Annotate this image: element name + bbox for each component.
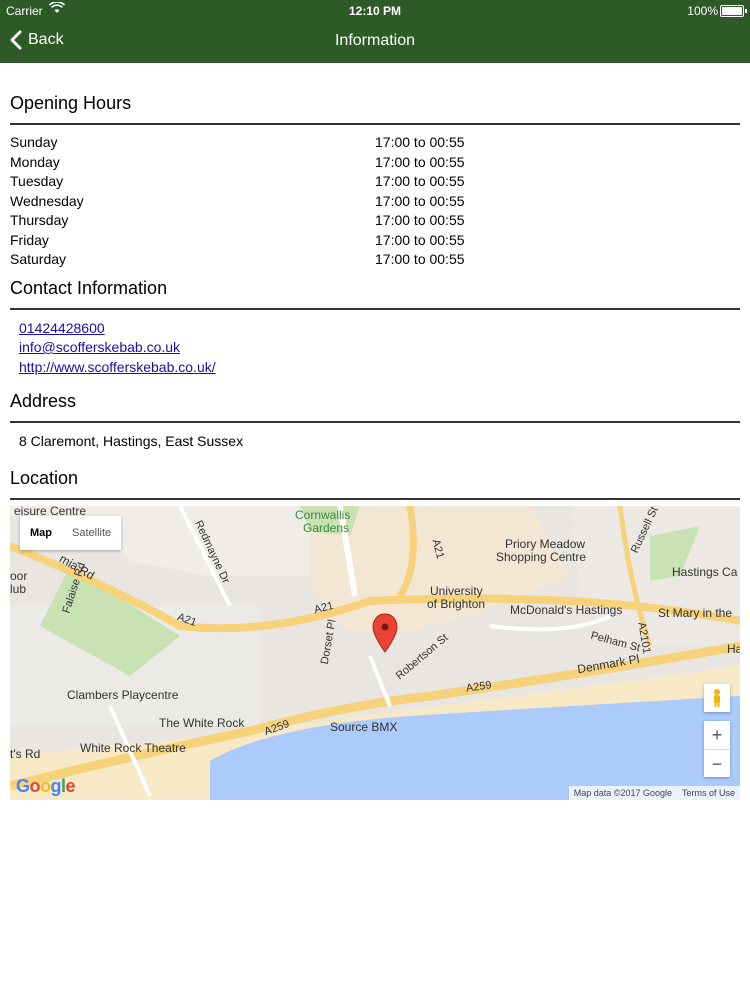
street-view-button[interactable]	[704, 684, 730, 712]
hours-value: 17:00 to 00:55	[375, 192, 465, 209]
map-label: White Rock Theatre	[80, 741, 186, 755]
email-link[interactable]: info@scofferskebab.co.uk	[19, 338, 731, 358]
day-label: Thursday	[10, 212, 69, 228]
map-label: Priory Meadow	[505, 537, 586, 551]
map-label: McDonald's Hastings	[510, 603, 623, 617]
map-label: Shopping Centre	[496, 550, 587, 564]
hours-row: Thursday 17:00 to 00:55	[10, 211, 740, 231]
map-label: oor	[10, 569, 28, 583]
map-label: t's Rd	[10, 747, 41, 761]
opening-hours-list: Sunday 17:00 to 00:55 Monday 17:00 to 00:5…	[10, 133, 740, 270]
address-text: 8 Claremont, Hastings, East Sussex	[19, 433, 244, 449]
map-label: lub	[10, 582, 27, 596]
hours-value: 17:00 to 00:55	[375, 134, 465, 150]
battery-icon	[720, 5, 747, 17]
day-label: Friday	[10, 231, 49, 248]
pegman-icon	[714, 689, 720, 707]
hours-row: Monday 17:00 to 00:55	[10, 153, 740, 173]
phone-link[interactable]: 01424428600	[19, 319, 731, 339]
hours-value: 17:00 to 00:55	[375, 153, 465, 170]
zoom-in-button[interactable]: +	[704, 721, 730, 750]
map-label: of Brighton	[427, 597, 486, 611]
day-label: Monday	[10, 153, 60, 170]
map-label: University	[430, 584, 483, 598]
map-label: Ha	[727, 642, 740, 656]
hours-value: 17:00 to 00:55	[375, 212, 465, 228]
map-label: Gardens	[303, 521, 350, 535]
map-data-text: Map data ©2017 Google	[573, 788, 672, 798]
zoom-out-button[interactable]: −	[704, 750, 730, 778]
hours-row: Saturday 17:00 to 00:55	[10, 250, 740, 270]
contact-heading: Contact Information	[10, 270, 740, 310]
navigation-bar: Carrier 12:10 PM 100% Back Information	[0, 0, 750, 63]
address-heading: Address	[10, 383, 740, 423]
zoom-control: + −	[704, 721, 730, 777]
website-link[interactable]: http://www.scofferskebab.co.uk/	[19, 358, 731, 378]
opening-hours-heading: Opening Hours	[10, 85, 740, 125]
map-label: The White Rock	[159, 716, 245, 730]
hours-row: Friday 17:00 to 00:55	[10, 231, 740, 251]
map-label: Source BMX	[330, 720, 398, 734]
information-content: Opening Hours Sunday 17:00 to 00:55 Monda…	[10, 85, 740, 800]
google-logo: Google	[16, 776, 76, 796]
hours-value: 17:00 to 00:55	[375, 173, 465, 189]
map-attribution: Map data ©2017 Google Terms of Use	[568, 786, 740, 800]
terms-link[interactable]: Terms of Use	[677, 786, 740, 800]
hours-value: 17:00 to 00:55	[375, 251, 465, 267]
day-label: Tuesday	[10, 173, 64, 189]
map-type-control: Map Satellite	[20, 516, 122, 550]
status-bar: Carrier 12:10 PM 100%	[0, 0, 750, 22]
hours-value: 17:00 to 00:55	[375, 231, 465, 248]
map-label: Cornwallis	[295, 508, 351, 522]
satellite-tab[interactable]: Satellite	[62, 516, 121, 550]
hours-row: Sunday 17:00 to 00:55	[10, 133, 740, 153]
page-title: Information	[334, 32, 416, 49]
map-label: Clambers Playcentre	[67, 688, 179, 702]
day-label: Wednesday	[10, 192, 84, 209]
contact-links: 01424428600 info@scofferskebab.co.uk htt…	[10, 310, 740, 384]
hours-row: Wednesday 17:00 to 00:55	[10, 192, 740, 212]
clock: 12:10 PM	[348, 4, 402, 18]
map-label: Hastings Ca	[672, 565, 738, 579]
day-label: Sunday	[10, 134, 58, 150]
location-map[interactable]: eisure Centre Cornwallis Gardens Priory …	[10, 506, 740, 800]
map-label: St Mary in the	[658, 606, 733, 620]
day-label: Saturday	[10, 251, 67, 267]
hours-row: Tuesday 17:00 to 00:55	[10, 172, 740, 192]
battery-percent: 100%	[687, 4, 718, 18]
location-heading: Location	[10, 460, 740, 500]
map-tab[interactable]: Map	[20, 516, 62, 550]
